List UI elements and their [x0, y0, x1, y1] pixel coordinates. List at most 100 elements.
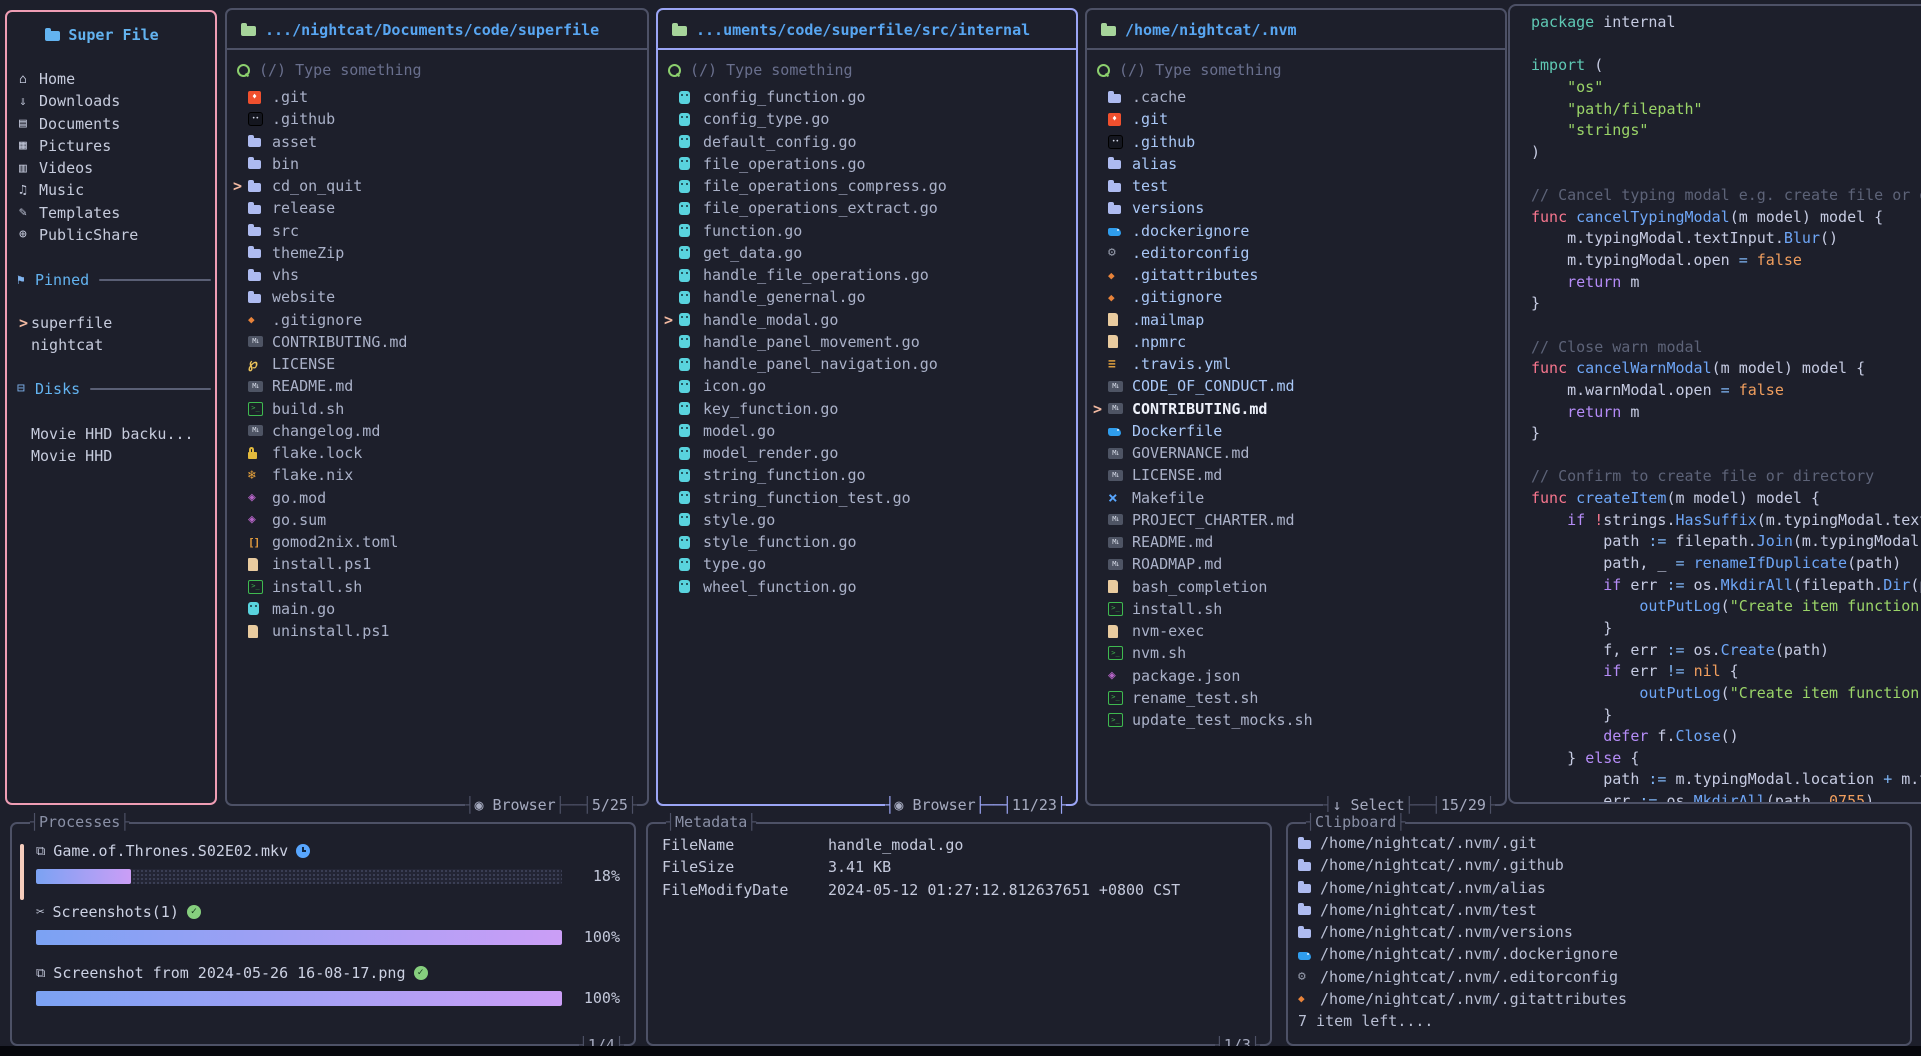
- file-row[interactable]: ◈go.mod: [227, 487, 647, 509]
- file-row[interactable]: bin: [227, 153, 647, 175]
- file-row[interactable]: function.go: [658, 220, 1076, 242]
- file-row[interactable]: ×Makefile: [1087, 487, 1505, 509]
- process-item[interactable]: ⧉Screenshot from 2024-05-26 16-08-17.png…: [36, 962, 620, 1007]
- file-icon-cell: ◈: [1108, 669, 1132, 682]
- file-row[interactable]: string_function_test.go: [658, 487, 1076, 509]
- sidebar-item-documents[interactable]: ▤Documents: [7, 113, 215, 135]
- file-row[interactable]: M↓CODE_OF_CONDUCT.md: [1087, 375, 1505, 397]
- sidebar-item-templates[interactable]: ✎Templates: [7, 202, 215, 224]
- file-row[interactable]: ◆.gitignore: [227, 309, 647, 331]
- sidebar-item-pictures[interactable]: ▦Pictures: [7, 135, 215, 157]
- file-row[interactable]: handle_panel_movement.go: [658, 331, 1076, 353]
- file-row[interactable]: []gomod2nix.toml: [227, 531, 647, 553]
- process-item[interactable]: ✂Screenshots(1)✓100%: [36, 901, 620, 946]
- file-row[interactable]: .npmrc: [1087, 331, 1505, 353]
- sidebar-item-music[interactable]: ♫Music: [7, 179, 215, 201]
- file-row[interactable]: main.go: [227, 598, 647, 620]
- file-row[interactable]: model_render.go: [658, 442, 1076, 464]
- file-row[interactable]: ••.github: [1087, 131, 1505, 153]
- file-row[interactable]: ◆.gitignore: [1087, 286, 1505, 308]
- file-row[interactable]: ♦.git: [227, 86, 647, 108]
- file-row[interactable]: versions: [1087, 197, 1505, 219]
- pinned-item-nightcat[interactable]: nightcat: [7, 334, 215, 356]
- file-row[interactable]: M↓CONTRIBUTING.md: [227, 331, 647, 353]
- process-item[interactable]: ⧉Game.of.Thrones.S02E02.mkv18%: [36, 840, 620, 885]
- file-row[interactable]: M↓changelog.md: [227, 420, 647, 442]
- search-input[interactable]: (/) Type something: [668, 58, 1076, 82]
- file-row[interactable]: file_operations_compress.go: [658, 175, 1076, 197]
- sidebar-item-publicshare[interactable]: ⊕PublicShare: [7, 224, 215, 246]
- file-row[interactable]: flake.lock: [227, 442, 647, 464]
- file-row[interactable]: config_function.go: [658, 86, 1076, 108]
- search-input[interactable]: (/) Type something: [1097, 58, 1505, 82]
- file-row[interactable]: >_install.sh: [1087, 598, 1505, 620]
- file-row[interactable]: style.go: [658, 509, 1076, 531]
- markdown-icon: M↓: [248, 425, 263, 436]
- file-row[interactable]: install.ps1: [227, 553, 647, 575]
- file-row[interactable]: key_function.go: [658, 398, 1076, 420]
- file-row[interactable]: release: [227, 197, 647, 219]
- pinned-item-superfile[interactable]: >superfile: [7, 312, 215, 334]
- file-row[interactable]: >M↓CONTRIBUTING.md: [1087, 398, 1505, 420]
- file-row[interactable]: model.go: [658, 420, 1076, 442]
- file-row[interactable]: .mailmap: [1087, 309, 1505, 331]
- file-row[interactable]: M↓PROJECT_CHARTER.md: [1087, 509, 1505, 531]
- file-row[interactable]: asset: [227, 131, 647, 153]
- file-row[interactable]: >_update_test_mocks.sh: [1087, 709, 1505, 731]
- sidebar-item-home[interactable]: ⌂Home: [7, 68, 215, 90]
- file-row[interactable]: ℘LICENSE: [227, 353, 647, 375]
- file-row[interactable]: ♦.git: [1087, 108, 1505, 130]
- file-row[interactable]: style_function.go: [658, 531, 1076, 553]
- file-row[interactable]: ≡.travis.yml: [1087, 353, 1505, 375]
- file-row[interactable]: website: [227, 286, 647, 308]
- file-row[interactable]: M↓GOVERNANCE.md: [1087, 442, 1505, 464]
- file-row[interactable]: src: [227, 220, 647, 242]
- file-row[interactable]: M↓LICENSE.md: [1087, 464, 1505, 486]
- file-row[interactable]: ◆.gitattributes: [1087, 264, 1505, 286]
- file-row[interactable]: test: [1087, 175, 1505, 197]
- file-name: README.md: [272, 377, 353, 395]
- file-row[interactable]: handle_panel_navigation.go: [658, 353, 1076, 375]
- disk-item[interactable]: Movie HHD: [7, 445, 215, 467]
- file-row[interactable]: >_build.sh: [227, 398, 647, 420]
- file-row[interactable]: .dockerignore: [1087, 220, 1505, 242]
- file-row[interactable]: >handle_modal.go: [658, 309, 1076, 331]
- docker-icon: [1108, 428, 1121, 436]
- file-row[interactable]: handle_file_operations.go: [658, 264, 1076, 286]
- file-row[interactable]: string_function.go: [658, 464, 1076, 486]
- file-row[interactable]: file_operations.go: [658, 153, 1076, 175]
- file-row[interactable]: bash_completion: [1087, 576, 1505, 598]
- file-row[interactable]: Dockerfile: [1087, 420, 1505, 442]
- file-row[interactable]: >_install.sh: [227, 576, 647, 598]
- file-row[interactable]: themeZip: [227, 242, 647, 264]
- file-row[interactable]: >_rename_test.sh: [1087, 687, 1505, 709]
- file-row[interactable]: config_type.go: [658, 108, 1076, 130]
- file-row[interactable]: file_operations_extract.go: [658, 197, 1076, 219]
- file-row[interactable]: wheel_function.go: [658, 576, 1076, 598]
- file-row[interactable]: M↓ROADMAP.md: [1087, 553, 1505, 575]
- file-row[interactable]: ••.github: [227, 108, 647, 130]
- file-row[interactable]: default_config.go: [658, 131, 1076, 153]
- file-row[interactable]: >_nvm.sh: [1087, 642, 1505, 664]
- file-row[interactable]: nvm-exec: [1087, 620, 1505, 642]
- file-row[interactable]: ◈package.json: [1087, 665, 1505, 687]
- search-input[interactable]: (/) Type something: [237, 58, 647, 82]
- file-name: README.md: [1132, 533, 1213, 551]
- file-row[interactable]: get_data.go: [658, 242, 1076, 264]
- file-row[interactable]: ◈go.sum: [227, 509, 647, 531]
- file-row[interactable]: .cache: [1087, 86, 1505, 108]
- file-row[interactable]: alias: [1087, 153, 1505, 175]
- file-row[interactable]: uninstall.ps1: [227, 620, 647, 642]
- file-row[interactable]: ❄flake.nix: [227, 464, 647, 486]
- file-row[interactable]: type.go: [658, 553, 1076, 575]
- sidebar-item-downloads[interactable]: ⇓Downloads: [7, 90, 215, 112]
- file-row[interactable]: >cd_on_quit: [227, 175, 647, 197]
- file-row[interactable]: ⚙.editorconfig: [1087, 242, 1505, 264]
- file-row[interactable]: handle_genernal.go: [658, 286, 1076, 308]
- sidebar-item-videos[interactable]: ▥Videos: [7, 157, 215, 179]
- file-row[interactable]: M↓README.md: [1087, 531, 1505, 553]
- file-row[interactable]: M↓README.md: [227, 375, 647, 397]
- file-row[interactable]: icon.go: [658, 375, 1076, 397]
- disk-item[interactable]: Movie HHD backu...: [7, 423, 215, 445]
- file-row[interactable]: vhs: [227, 264, 647, 286]
